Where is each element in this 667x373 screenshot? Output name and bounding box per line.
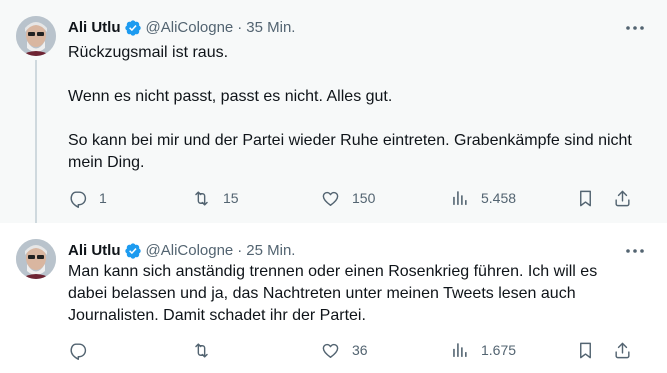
separator-dot: · [237,19,243,36]
separator-dot: · [237,242,243,259]
retweet-icon [192,341,211,360]
author-name[interactable]: Ali Utlu [68,241,121,261]
like-button[interactable]: 150 [321,187,375,209]
author-handle[interactable]: @AliCologne [146,241,234,261]
views-chart-icon [450,341,469,360]
reply-count: 1 [99,190,107,206]
views-button[interactable]: 1.675 [450,339,516,361]
like-count: 150 [352,190,376,206]
tweet-header: Ali Utlu @AliCologne · 35 Min. [68,18,295,38]
tweet-2[interactable]: Ali Utlu @AliCologne · 25 Min. Man kann … [0,223,667,373]
verified-badge-icon [124,19,142,37]
like-count: 36 [352,342,368,358]
share-icon [613,341,632,360]
tweet-paragraph: Man kann sich anständig trennen oder ein… [68,263,598,324]
tweet-header: Ali Utlu @AliCologne · 25 Min. [68,241,295,261]
retweet-icon [192,189,211,208]
tweet-1[interactable]: Ali Utlu @AliCologne · 35 Min. Rückzugsm… [0,0,667,230]
share-button[interactable] [613,339,632,361]
bookmark-button[interactable] [576,187,595,209]
reply-button[interactable] [68,339,99,361]
bookmark-icon [576,189,595,208]
views-button[interactable]: 5.458 [450,187,516,209]
view-count: 5.458 [481,190,517,206]
reply-button[interactable]: 1 [68,187,107,209]
like-button[interactable]: 36 [321,339,368,361]
view-count: 1.675 [481,342,517,358]
tweet-timestamp[interactable]: 35 Min. [246,18,295,38]
thread-connector-line [35,60,37,230]
tweet-timestamp[interactable]: 25 Min. [246,241,295,261]
retweet-count: 15 [223,190,239,206]
tweet-paragraph: Rückzugsmail ist raus. [68,44,229,61]
reply-icon [68,189,87,208]
avatar[interactable] [16,239,56,279]
share-button[interactable] [613,187,632,209]
author-handle[interactable]: @AliCologne [146,18,234,38]
more-options-icon[interactable] [623,241,647,261]
retweet-button[interactable]: 15 [192,187,239,209]
verified-badge-icon [124,242,142,260]
reply-icon [68,341,87,360]
retweet-button[interactable] [192,339,223,361]
heart-icon [321,341,340,360]
tweet-paragraph: Wenn es nicht passt, passt es nicht. All… [68,88,393,105]
author-name[interactable]: Ali Utlu [68,18,121,38]
avatar[interactable] [16,16,56,56]
heart-icon [321,189,340,208]
views-chart-icon [450,189,469,208]
more-options-icon[interactable] [623,18,647,38]
bookmark-icon [576,341,595,360]
tweet-paragraph: So kann bei mir und der Partei wieder Ru… [68,132,632,171]
tweet-actions: 1 15 150 5.458 [68,187,638,209]
share-icon [613,189,632,208]
tweet-text: Man kann sich anständig trennen oder ein… [68,261,638,327]
conversation-thread: Ali Utlu @AliCologne · 35 Min. Rückzugsm… [0,0,667,373]
tweet-actions: 36 1.675 [68,339,638,361]
tweet-text: Rückzugsmail ist raus. Wenn es nicht pas… [68,42,638,174]
bookmark-button[interactable] [576,339,595,361]
